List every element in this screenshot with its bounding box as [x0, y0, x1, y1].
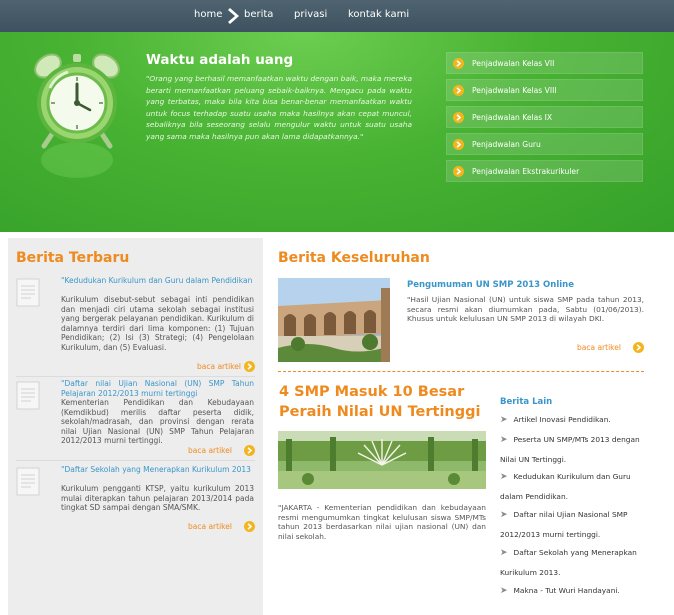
read-more-label: baca artikel: [188, 446, 232, 455]
read-more-label: baca artikel: [188, 522, 232, 531]
arrow-circle-icon: [244, 445, 255, 456]
read-more-label: baca artikel: [197, 362, 241, 371]
news-title[interactable]: "Daftar nilai Ujian Nasional (UN) SMP Ta…: [61, 379, 254, 398]
document-icon: [16, 467, 40, 496]
arrow-bullet-icon: [453, 85, 464, 96]
other-news-link[interactable]: ➤ Daftar Sekolah yang Menerapkan Kurikulu…: [500, 543, 650, 583]
arrow-circle-icon: [244, 521, 255, 532]
news-photo-garden[interactable]: [278, 431, 486, 489]
arrow-right-icon: ➤: [500, 415, 508, 425]
news-title[interactable]: "Kedudukan Kurikulum dan Guru dalam Pend…: [61, 276, 254, 286]
other-news-link[interactable]: ➤ Kedudukan Kurikulum dan Guru dalam Pend…: [500, 467, 650, 507]
schedule-label: Penjadwalan Guru: [472, 140, 541, 149]
feature-news-title[interactable]: Pengumuman UN SMP 2013 Online: [407, 280, 574, 290]
read-more-link[interactable]: baca artikel: [188, 445, 255, 457]
other-news-label: Daftar nilai Ujian Nasional SMP 2012/201…: [500, 510, 628, 539]
other-news-link[interactable]: ➤ Makna - Tut Wuri Handayani.: [500, 581, 650, 601]
schedule-label: Penjadwalan Ekstrakurikuler: [472, 167, 580, 176]
other-news-label: Peserta UN SMP/MTs 2013 dengan Nilai UN …: [500, 435, 640, 464]
other-news-link[interactable]: ➤ Artikel Inovasi Pendidikan.: [500, 410, 650, 430]
read-more-link[interactable]: baca artikel: [188, 521, 255, 533]
arrow-right-icon: ➤: [500, 586, 508, 596]
news-body: Kurikulum pengganti KTSP, yaitu kurikulu…: [61, 484, 254, 512]
arrow-right-icon: ➤: [500, 548, 508, 558]
schedule-label: Penjadwalan Kelas VIII: [472, 86, 557, 95]
hero-quote: "Orang yang berhasil memanfaatkan waktu …: [146, 74, 412, 141]
berita-terbaru-heading: Berita Terbaru: [16, 250, 130, 266]
other-news-link[interactable]: ➤ Daftar nilai Ujian Nasional SMP 2012/20…: [500, 505, 650, 545]
schedule-label: Penjadwalan Kelas IX: [472, 113, 553, 122]
feature-news-body: "Hasil Ujian Nasional (UN) untuk siswa S…: [407, 295, 644, 323]
dashed-divider: [278, 371, 644, 372]
news-title[interactable]: "Daftar Sekolah yang Menerapkan Kurikulu…: [61, 465, 254, 475]
nav-arrow-icon: [228, 8, 239, 24]
second-news-body: "JAKARTA - Kementerian pendidikan dan ke…: [278, 503, 486, 541]
document-icon: [16, 278, 40, 307]
news-item: "Kedudukan Kurikulum dan Guru dalam Pend…: [16, 276, 255, 362]
arrow-bullet-icon: [453, 139, 464, 150]
other-news-label: Daftar Sekolah yang Menerapkan Kurikulum…: [500, 548, 637, 577]
arrow-bullet-icon: [453, 112, 464, 123]
arrow-right-icon: ➤: [500, 435, 508, 445]
nav-kontak-kami[interactable]: kontak kami: [348, 9, 409, 20]
document-icon: [16, 381, 40, 410]
schedule-kelas-ix[interactable]: Penjadwalan Kelas IX: [446, 106, 643, 128]
news-body: Kurikulum disebut-sebut sebagai inti pen…: [61, 295, 254, 352]
schedule-kelas-viii[interactable]: Penjadwalan Kelas VIII: [446, 79, 643, 101]
news-item: "Daftar Sekolah yang Menerapkan Kurikulu…: [16, 465, 255, 521]
news-photo-courtyard[interactable]: [278, 278, 390, 362]
nav-privasi[interactable]: privasi: [294, 9, 327, 20]
other-news-label: Kedudukan Kurikulum dan Guru dalam Pendi…: [500, 472, 631, 501]
second-news-title[interactable]: 4 SMP Masuk 10 Besar Peraih Nilai UN Ter…: [279, 382, 489, 422]
arrow-bullet-icon: [453, 58, 464, 69]
news-body: Kementerian Pendidikan dan Kebudayaan (K…: [61, 398, 254, 445]
berita-terbaru-panel: Berita Terbaru "Kedudukan Kurikulum dan …: [8, 238, 263, 615]
divider: [16, 460, 255, 461]
divider: [16, 376, 255, 377]
read-more-link[interactable]: baca artikel: [577, 342, 644, 354]
berita-keseluruhan-heading: Berita Keseluruhan: [278, 250, 430, 266]
schedule-ekstrakurikuler[interactable]: Penjadwalan Ekstrakurikuler: [446, 160, 643, 182]
arrow-right-icon: ➤: [500, 510, 508, 520]
schedule-guru[interactable]: Penjadwalan Guru: [446, 133, 643, 155]
other-news-link[interactable]: ➤ Peserta UN SMP/MTs 2013 dengan Nilai UN…: [500, 430, 650, 470]
arrow-circle-icon: [244, 361, 255, 372]
news-item: "Daftar nilai Ujian Nasional (UN) SMP Ta…: [16, 379, 255, 445]
nav-home[interactable]: home: [194, 9, 222, 20]
arrow-bullet-icon: [453, 166, 464, 177]
other-news-label: Artikel Inovasi Pendidikan.: [513, 415, 611, 424]
nav-berita[interactable]: berita: [244, 9, 273, 20]
schedule-label: Penjadwalan Kelas VII: [472, 59, 555, 68]
berita-lain-heading: Berita Lain: [500, 397, 553, 407]
arrow-right-icon: ➤: [500, 472, 508, 482]
other-news-label: Makna - Tut Wuri Handayani.: [513, 586, 620, 595]
read-more-label: baca artikel: [577, 343, 621, 352]
hero-title: Waktu adalah uang: [146, 52, 294, 68]
schedule-kelas-vii[interactable]: Penjadwalan Kelas VII: [446, 52, 643, 74]
top-navigation: home berita privasi kontak kami: [0, 0, 674, 32]
alarm-clock-icon: [34, 53, 120, 178]
read-more-link[interactable]: baca artikel: [197, 361, 255, 373]
arrow-circle-icon: [633, 342, 644, 353]
